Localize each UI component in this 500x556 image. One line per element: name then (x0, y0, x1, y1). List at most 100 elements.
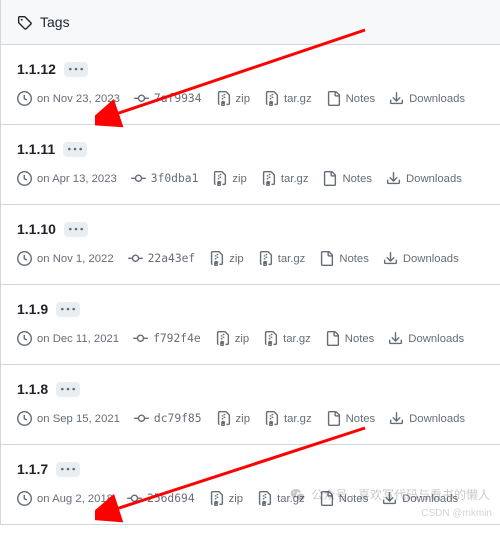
download-targz-link[interactable]: tar.gz (264, 91, 312, 106)
commit-icon (128, 251, 143, 266)
dots-icon (61, 382, 75, 396)
clock-icon (17, 251, 32, 266)
notes-icon (326, 411, 341, 426)
tag-title-row: 1.1.10 (17, 221, 484, 237)
tag-date[interactable]: on Sep 15, 2021 (17, 411, 120, 426)
tag-icon (17, 15, 32, 30)
tag-item: 1.1.12 on Nov 23, 2023 7af9934 zip tar.g… (1, 45, 500, 125)
tag-meta-row: on Sep 15, 2021 dc79f85 zip tar.gz Notes… (17, 411, 484, 426)
notes-icon (319, 251, 334, 266)
downloads-link[interactable]: Downloads (386, 171, 462, 186)
downloads-link[interactable]: Downloads (389, 91, 465, 106)
clock-icon (17, 331, 32, 346)
tag-name-link[interactable]: 1.1.8 (17, 381, 48, 397)
more-menu-button[interactable] (56, 462, 80, 477)
clock-icon (17, 491, 32, 506)
zip-icon (263, 331, 278, 346)
clock-icon (17, 91, 32, 106)
tag-date[interactable]: on Nov 23, 2023 (17, 91, 120, 106)
dots-icon (61, 462, 75, 476)
zip-icon (216, 91, 231, 106)
dots-icon (69, 62, 83, 76)
download-zip-link[interactable]: zip (209, 491, 243, 506)
tag-name-link[interactable]: 1.1.7 (17, 461, 48, 477)
downloads-link[interactable]: Downloads (383, 251, 459, 266)
download-zip-link[interactable]: zip (215, 331, 249, 346)
notes-icon (326, 91, 341, 106)
tag-item: 1.1.11 on Apr 13, 2023 3f0dba1 zip tar.g… (1, 125, 500, 205)
more-menu-button[interactable] (56, 382, 80, 397)
tag-item: 1.1.10 on Nov 1, 2022 22a43ef zip tar.gz (1, 205, 500, 285)
download-icon (389, 91, 404, 106)
notes-link[interactable]: Notes (325, 331, 375, 346)
tag-name-link[interactable]: 1.1.12 (17, 61, 56, 77)
zip-icon (209, 251, 224, 266)
commit-link[interactable]: 7af9934 (134, 91, 202, 106)
commit-link[interactable]: 3f0dba1 (131, 171, 199, 186)
tag-meta-row: on Apr 13, 2023 3f0dba1 zip tar.gz Notes… (17, 171, 484, 186)
zip-icon (216, 411, 231, 426)
zip-icon (264, 91, 279, 106)
download-zip-link[interactable]: zip (216, 91, 250, 106)
dots-icon (68, 142, 82, 156)
more-menu-button[interactable] (56, 302, 80, 317)
tag-item: 1.1.8 on Sep 15, 2021 dc79f85 zip tar.gz (1, 365, 500, 445)
download-icon (389, 411, 404, 426)
dots-icon (69, 222, 83, 236)
download-zip-link[interactable]: zip (212, 171, 246, 186)
clock-icon (17, 171, 32, 186)
more-menu-button[interactable] (64, 222, 88, 237)
tag-date[interactable]: on Dec 11, 2021 (17, 331, 119, 346)
download-targz-link[interactable]: tar.gz (263, 331, 311, 346)
tag-date[interactable]: on Nov 1, 2022 (17, 251, 114, 266)
tag-name-link[interactable]: 1.1.11 (17, 141, 55, 157)
tag-date[interactable]: on Aug 2, 2018 (17, 491, 113, 506)
tag-date[interactable]: on Apr 13, 2023 (17, 171, 117, 186)
tags-header: Tags (1, 0, 500, 45)
notes-link[interactable]: Notes (326, 91, 376, 106)
notes-icon (322, 171, 337, 186)
tag-title-row: 1.1.9 (17, 301, 484, 317)
dots-icon (61, 302, 75, 316)
commit-link[interactable]: 256d694 (127, 491, 195, 506)
commit-link[interactable]: f792f4e (133, 331, 201, 346)
zip-icon (209, 491, 224, 506)
download-zip-link[interactable]: zip (209, 251, 243, 266)
commit-icon (131, 171, 146, 186)
commit-link[interactable]: 22a43ef (128, 251, 196, 266)
download-icon (383, 251, 398, 266)
wechat-icon (290, 487, 306, 503)
more-menu-button[interactable] (64, 62, 88, 77)
zip-icon (264, 411, 279, 426)
notes-icon (325, 331, 340, 346)
tags-list: 1.1.12 on Nov 23, 2023 7af9934 zip tar.g… (1, 45, 500, 525)
commit-link[interactable]: dc79f85 (134, 411, 202, 426)
tag-title-row: 1.1.11 (17, 141, 484, 157)
download-targz-link[interactable]: tar.gz (261, 171, 309, 186)
notes-link[interactable]: Notes (319, 251, 369, 266)
zip-icon (257, 491, 272, 506)
zip-icon (261, 171, 276, 186)
download-targz-link[interactable]: tar.gz (264, 411, 312, 426)
download-icon (388, 331, 403, 346)
zip-icon (215, 331, 230, 346)
downloads-link[interactable]: Downloads (389, 411, 465, 426)
watermark-line-1: 公众号 · 喜欢写代码与看书的懒人 (290, 486, 490, 503)
zip-icon (212, 171, 227, 186)
tags-panel: Tags 1.1.12 on Nov 23, 2023 7af9934 zip (0, 0, 500, 525)
downloads-link[interactable]: Downloads (388, 331, 464, 346)
tag-title-row: 1.1.7 (17, 461, 484, 477)
tag-meta-row: on Nov 23, 2023 7af9934 zip tar.gz Notes… (17, 91, 484, 106)
download-icon (386, 171, 401, 186)
download-zip-link[interactable]: zip (216, 411, 250, 426)
commit-icon (134, 91, 149, 106)
tag-title-row: 1.1.12 (17, 61, 484, 77)
tag-name-link[interactable]: 1.1.10 (17, 221, 56, 237)
notes-link[interactable]: Notes (322, 171, 372, 186)
commit-icon (134, 411, 149, 426)
notes-link[interactable]: Notes (326, 411, 376, 426)
tag-name-link[interactable]: 1.1.9 (17, 301, 48, 317)
download-targz-link[interactable]: tar.gz (258, 251, 306, 266)
more-menu-button[interactable] (63, 142, 87, 157)
tags-header-label: Tags (40, 14, 70, 30)
